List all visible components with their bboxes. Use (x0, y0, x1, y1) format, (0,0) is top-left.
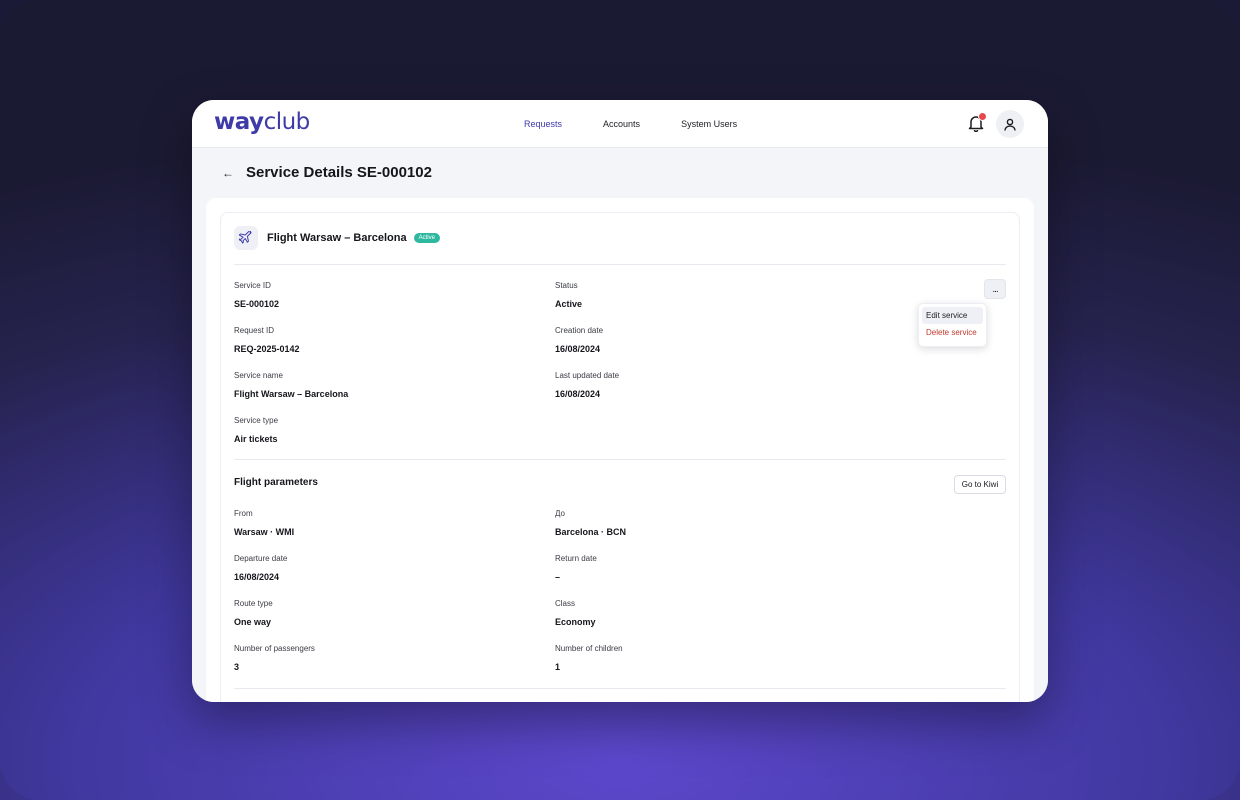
field-last-updated: Last updated date 16/08/2024 (555, 371, 620, 399)
notification-bell-icon[interactable] (968, 112, 987, 134)
nav-item-accounts[interactable]: Accounts (603, 119, 640, 129)
service-card-header: Flight Warsaw – Barcelona Active (234, 226, 440, 250)
divider (234, 459, 1006, 460)
actions-dropdown-menu: Edit service Delete service (918, 303, 987, 347)
field-service-name: Service name Flight Warsaw – Barcelona (234, 371, 349, 399)
field-children: Number of children 1 (555, 644, 623, 672)
user-avatar-icon[interactable] (996, 110, 1024, 138)
nav-item-system-users[interactable]: System Users (681, 119, 737, 129)
service-card: Flight Warsaw – Barcelona Active Service… (220, 212, 1020, 702)
edit-service-menu-item[interactable]: Edit service (922, 307, 983, 324)
divider (234, 688, 1006, 689)
plane-icon (234, 226, 258, 250)
field-departure-date: Departure date 16/08/2024 (234, 554, 288, 582)
field-passengers: Number of passengers 3 (234, 644, 315, 672)
service-card-title: Flight Warsaw – Barcelona (267, 232, 407, 244)
field-creation-date: Creation date 16/08/2024 (555, 326, 604, 354)
field-from: From Warsaw · WMI (234, 509, 295, 537)
delete-service-menu-item[interactable]: Delete service (922, 324, 983, 341)
main-nav: Requests Accounts System Users (524, 100, 778, 148)
field-request-id: Request ID REQ-2025-0142 (234, 326, 300, 354)
field-status: Status Active (555, 281, 583, 309)
field-service-type: Service type Air tickets (234, 416, 279, 444)
back-arrow-icon[interactable]: ← (222, 166, 234, 180)
nav-item-requests[interactable]: Requests (524, 119, 562, 129)
main-content: ← Service Details SE-000102 Flight Warsa… (192, 148, 1048, 702)
field-return-date: Return date – (555, 554, 597, 582)
status-badge: Active (413, 233, 440, 243)
notification-badge (978, 112, 987, 121)
page-header: ← Service Details SE-000102 (222, 164, 432, 181)
app-window: wayclub Requests Accounts System Users ←… (192, 100, 1048, 702)
divider (234, 264, 1006, 265)
field-to: До Barcelona · BCN (555, 509, 627, 537)
flight-parameters-title: Flight parameters (234, 477, 318, 488)
top-navigation: wayclub Requests Accounts System Users (192, 100, 1048, 148)
details-sheet: Flight Warsaw – Barcelona Active Service… (206, 198, 1034, 702)
field-route-type: Route type One way (234, 599, 273, 627)
field-class: Class Economy (555, 599, 596, 627)
page-title: Service Details SE-000102 (246, 164, 432, 181)
wayclub-logo[interactable]: wayclub (214, 109, 310, 135)
go-to-kiwi-button[interactable]: Go to Kiwi (954, 475, 1006, 494)
field-service-id: Service ID SE-000102 (234, 281, 280, 309)
more-actions-button[interactable]: ... (984, 279, 1006, 299)
